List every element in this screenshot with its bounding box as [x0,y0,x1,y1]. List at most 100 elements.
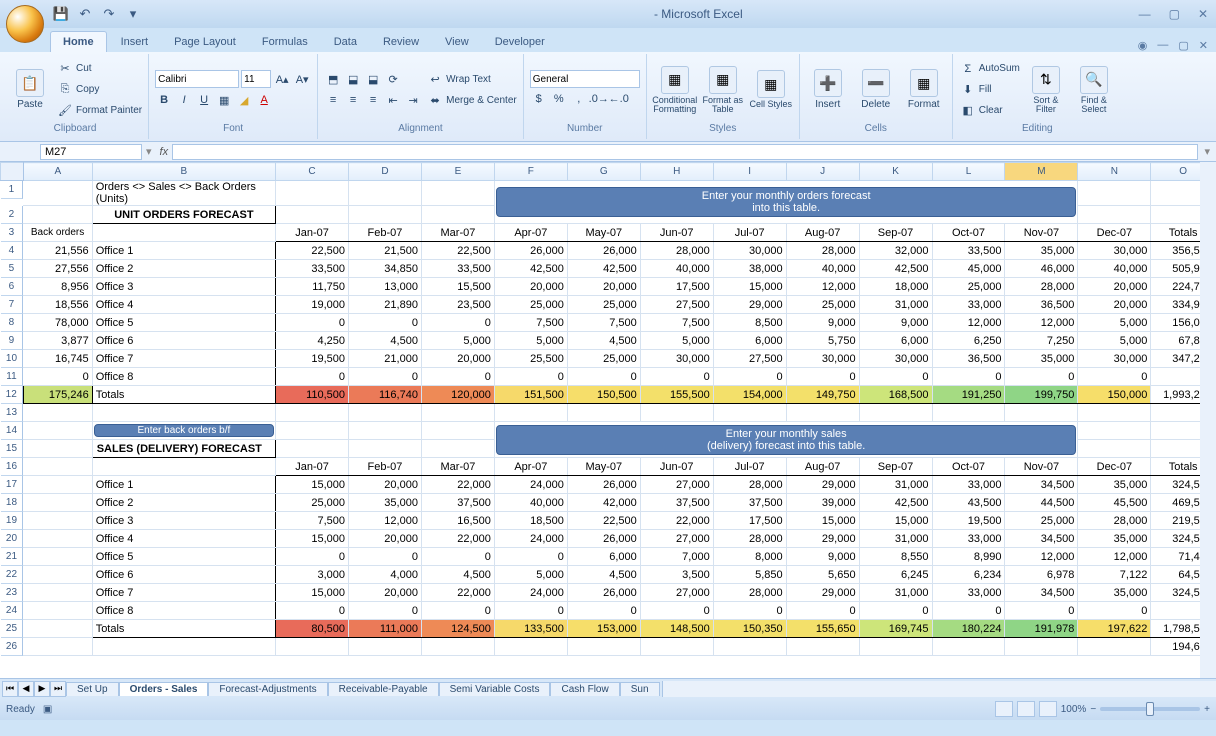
cell[interactable] [932,638,1005,656]
cell[interactable]: 30,000 [640,350,713,368]
cell[interactable] [1078,404,1151,422]
cell[interactable]: 25,000 [494,296,567,314]
cell[interactable] [349,440,422,458]
cell[interactable]: 27,000 [640,476,713,494]
font-size-select[interactable] [241,70,271,88]
cell[interactable]: Office 2 [92,260,275,278]
cell[interactable] [23,620,92,638]
cell[interactable]: Dec-07 [1078,224,1151,242]
cell[interactable]: Feb-07 [349,224,422,242]
border-button[interactable]: ▦ [215,91,233,109]
cell[interactable]: Office 5 [92,314,275,332]
format-as-table-button[interactable]: ▦Format as Table [701,59,745,121]
autosum-button[interactable]: ΣAutoSum [959,59,1020,79]
cell[interactable]: 42,500 [494,260,567,278]
cell[interactable]: 34,500 [1005,530,1078,548]
row-header[interactable]: 20 [1,530,24,548]
help-icon[interactable]: ◉ [1138,39,1148,52]
column-header[interactable]: N [1078,163,1151,181]
last-sheet-button[interactable]: ⏭ [50,681,66,697]
cell[interactable]: 12,000 [349,512,422,530]
cell[interactable]: 43,500 [932,494,1005,512]
cell[interactable]: 0 [640,602,713,620]
cell[interactable] [23,440,92,458]
row-header[interactable]: 17 [1,476,24,494]
cell[interactable]: 15,000 [859,512,932,530]
cell[interactable]: 151,500 [494,386,567,404]
row-header[interactable]: 10 [1,350,24,368]
cell[interactable]: 0 [567,602,640,620]
insert-cells-button[interactable]: ➕Insert [806,59,850,121]
increase-decimal-button[interactable]: .0→ [590,90,608,108]
cell[interactable]: 18,556 [23,296,92,314]
cell[interactable]: 0 [786,602,859,620]
cell[interactable]: 24,000 [494,476,567,494]
cell[interactable]: 36,500 [932,350,1005,368]
cell[interactable] [349,422,422,440]
cell[interactable]: 28,000 [713,530,786,548]
fill-button[interactable]: ⬇Fill [959,80,1020,100]
font-color-button[interactable]: A [255,91,273,109]
cell[interactable]: Office 4 [92,530,275,548]
sheet-area[interactable]: ABCDEFGHIJKLMNO1Orders <> Sales <> Back … [0,162,1216,678]
cell[interactable]: 4,250 [276,332,349,350]
cell[interactable]: 26,000 [567,476,640,494]
row-header[interactable]: 25 [1,620,24,638]
cell[interactable]: SALES (DELIVERY) FORECAST [92,440,275,458]
zoom-slider[interactable] [1100,707,1200,711]
cell[interactable]: 120,000 [421,386,494,404]
merge-center-button[interactable]: ⬌Merge & Center [426,90,517,110]
cell[interactable]: 9,000 [786,314,859,332]
cell[interactable]: 31,000 [859,476,932,494]
fill-color-button[interactable]: ◢ [235,91,253,109]
cell[interactable]: Jul-07 [713,224,786,242]
cell[interactable]: 191,978 [1005,620,1078,638]
cell[interactable]: 0 [494,548,567,566]
cell[interactable]: 7,122 [1078,566,1151,584]
cell[interactable]: 168,500 [859,386,932,404]
cell[interactable] [421,181,494,206]
column-header[interactable]: H [640,163,713,181]
cell[interactable]: Office 1 [92,242,275,260]
vertical-scrollbar[interactable] [1200,162,1216,678]
cell[interactable]: 148,500 [640,620,713,638]
cell[interactable] [1078,206,1151,224]
cell[interactable] [640,404,713,422]
cell[interactable]: 22,500 [567,512,640,530]
sheet-tab[interactable]: Semi Variable Costs [439,682,551,696]
cell[interactable]: 153,000 [567,620,640,638]
cell[interactable]: 33,500 [421,260,494,278]
number-format-select[interactable] [530,70,640,88]
cell[interactable]: 149,750 [786,386,859,404]
row-header[interactable]: 12 [1,386,23,404]
cell[interactable]: 20,000 [349,584,422,602]
cell[interactable] [276,181,349,206]
column-header[interactable]: F [494,163,567,181]
align-bottom-button[interactable]: ⬓ [364,70,382,88]
cell[interactable] [276,440,349,458]
cell[interactable]: 7,250 [1005,332,1078,350]
cell[interactable]: Office 7 [92,350,275,368]
cell[interactable]: 24,000 [494,530,567,548]
cell[interactable]: 21,500 [349,242,422,260]
cell[interactable] [421,404,494,422]
cell[interactable] [276,404,349,422]
cell[interactable]: 22,500 [421,242,494,260]
cell[interactable]: Office 8 [92,602,275,620]
cell[interactable]: 25,000 [932,278,1005,296]
tab-insert[interactable]: Insert [109,32,161,52]
italic-button[interactable]: I [175,91,193,109]
cell[interactable] [859,404,932,422]
cell[interactable]: 5,000 [494,332,567,350]
cell[interactable] [1078,440,1151,458]
cut-button[interactable]: ✂Cut [56,59,142,79]
cell[interactable]: 38,000 [713,260,786,278]
cell[interactable]: 35,000 [1005,242,1078,260]
column-header[interactable]: J [786,163,859,181]
cell[interactable]: 4,500 [421,566,494,584]
cell[interactable]: Dec-07 [1078,458,1151,476]
cell[interactable]: 0 [713,368,786,386]
column-header[interactable]: K [859,163,932,181]
cell[interactable]: 25,500 [494,350,567,368]
cell[interactable]: 28,000 [1078,512,1151,530]
